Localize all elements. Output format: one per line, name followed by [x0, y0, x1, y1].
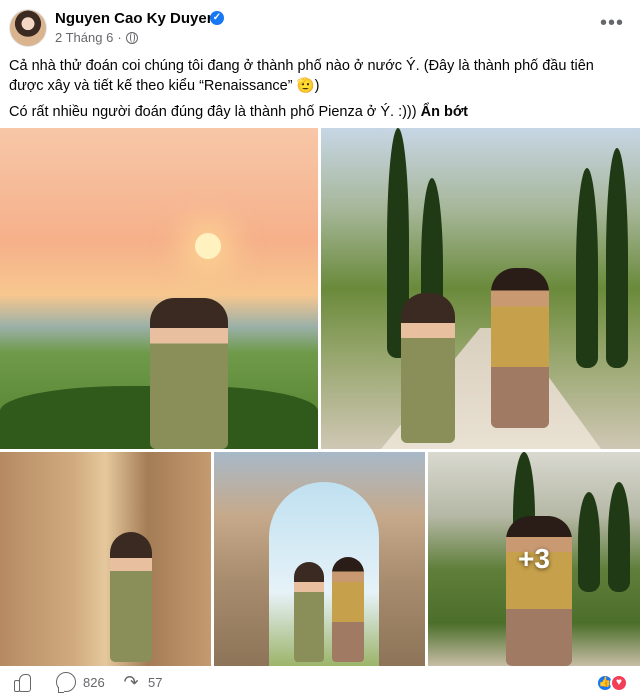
woman-figure: [150, 298, 228, 449]
post-date[interactable]: 2 Tháng 6: [55, 30, 113, 45]
photo-cypress-road-man[interactable]: +3: [428, 452, 640, 666]
post-header: Nguyen Cao Ky Duyen ✓ 2 Tháng 6 · •••: [0, 0, 640, 52]
sun-shape: [195, 233, 221, 259]
woman-figure: [401, 293, 455, 443]
share-icon: ↷: [123, 672, 139, 692]
share-button[interactable]: ↷ 57: [121, 672, 162, 692]
author-avatar[interactable]: [9, 9, 47, 47]
post-actions: 826 ↷ 57 👍 ♥: [0, 668, 640, 698]
comment-count: 826: [83, 674, 105, 690]
thumbs-up-icon: [12, 672, 32, 692]
photo-arch-couple[interactable]: [214, 452, 425, 666]
man-figure: [491, 268, 549, 428]
photo-grid: +3: [0, 128, 640, 666]
post-paragraph-text: Có rất nhiều người đoán đúng đây là thàn…: [9, 104, 417, 120]
post-text: Cả nhà thử đoán coi chúng tôi đang ở thà…: [9, 56, 631, 128]
photo-sunset-landscape[interactable]: [0, 128, 318, 449]
post-paragraph: Có rất nhiều người đoán đúng đây là thàn…: [9, 102, 631, 122]
man-figure: [332, 557, 364, 662]
photo-alley-woman[interactable]: [0, 452, 211, 666]
share-count: 57: [148, 674, 163, 690]
comment-icon: [56, 672, 76, 693]
reaction-icons[interactable]: 👍 ♥: [596, 674, 628, 692]
comment-button[interactable]: 826: [56, 672, 105, 693]
meta-separator: ·: [117, 30, 122, 45]
cypress-tree: [576, 168, 598, 368]
more-photos-count[interactable]: +3: [428, 452, 640, 666]
woman-figure: [294, 562, 324, 662]
woman-figure: [110, 532, 152, 662]
post-meta: 2 Tháng 6 ·: [55, 30, 138, 45]
see-less-link[interactable]: Ẩn bớt: [421, 104, 468, 120]
photo-cypress-road-couple[interactable]: [321, 128, 640, 449]
like-button[interactable]: [12, 672, 32, 692]
love-reaction-icon: ♥: [610, 674, 628, 692]
post-paragraph: Cả nhà thử đoán coi chúng tôi đang ở thà…: [9, 58, 594, 94]
cypress-tree: [606, 148, 628, 368]
more-options-icon[interactable]: •••: [598, 12, 626, 40]
author-name[interactable]: Nguyen Cao Ky Duyen: [55, 10, 216, 27]
globe-icon[interactable]: [125, 31, 138, 44]
verified-badge-icon: ✓: [210, 11, 224, 25]
